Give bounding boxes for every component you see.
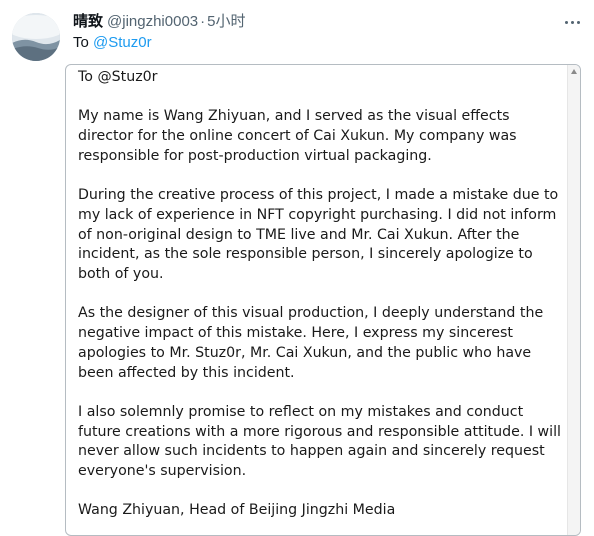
document-paragraph: My name is Wang Zhiyuan, and I served as… bbox=[78, 108, 517, 164]
display-name[interactable]: 晴致 bbox=[73, 10, 103, 31]
document-paragraph: During the creative process of this proj… bbox=[78, 187, 559, 282]
timestamp[interactable]: 5小时 bbox=[207, 10, 245, 31]
attached-image[interactable]: To @Stuz0r My name is Wang Zhiyuan, and … bbox=[65, 64, 581, 536]
more-options-icon[interactable] bbox=[562, 12, 582, 32]
reply-prefix: To bbox=[73, 34, 89, 51]
document-scrollbar[interactable] bbox=[567, 65, 580, 535]
document-paragraph: As the designer of this visual productio… bbox=[78, 305, 544, 381]
more-dot bbox=[570, 20, 574, 24]
reply-mention-link[interactable]: @Stuz0r bbox=[93, 34, 152, 51]
user-handle[interactable]: @jingzhi0003 bbox=[107, 13, 198, 30]
scroll-up-arrow-icon[interactable] bbox=[571, 69, 577, 74]
separator-dot: · bbox=[200, 13, 206, 30]
document-paragraph: I also solemnly promise to reflect on my… bbox=[78, 403, 561, 479]
document-signature: Wang Zhiyuan, Head of Beijing Jingzhi Me… bbox=[78, 502, 396, 519]
document-salutation: To @Stuz0r bbox=[78, 69, 158, 85]
statement-document: To @Stuz0r My name is Wang Zhiyuan, and … bbox=[78, 68, 568, 535]
reply-to-line: To @Stuz0r bbox=[73, 34, 152, 51]
tweet: 晴致 @jingzhi0003 · 5小时 To @Stuz0r To @Stu… bbox=[0, 0, 594, 536]
tweet-header: 晴致 @jingzhi0003 · 5小时 bbox=[73, 10, 245, 32]
more-dot bbox=[576, 20, 580, 24]
more-dot bbox=[564, 20, 568, 24]
avatar[interactable] bbox=[12, 13, 60, 61]
